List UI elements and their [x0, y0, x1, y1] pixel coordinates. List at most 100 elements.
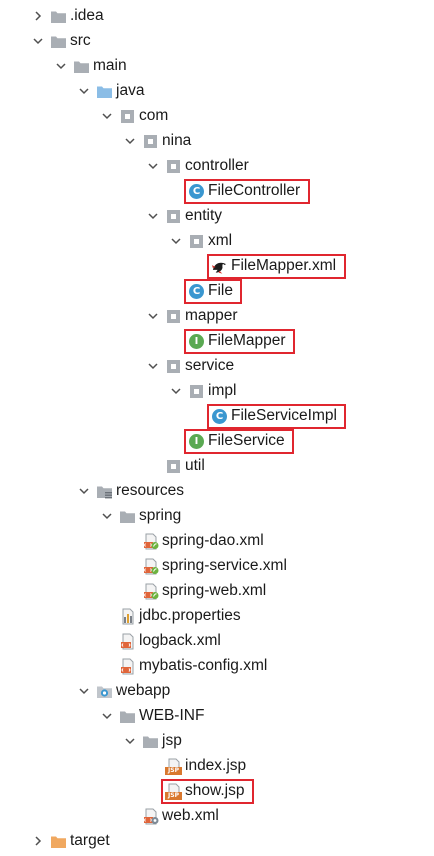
tree-item[interactable]: src [0, 29, 434, 54]
excluded-folder-icon [50, 833, 67, 850]
tree-item[interactable]: C File [0, 279, 434, 304]
web-xml-icon [142, 808, 159, 825]
tree-item[interactable]: util [0, 454, 434, 479]
tree-item[interactable]: controller [0, 154, 434, 179]
tree-item-label: show.jsp [185, 782, 245, 799]
package-icon [165, 208, 182, 225]
tree-item[interactable]: impl [0, 379, 434, 404]
tree-item[interactable]: jsp [0, 729, 434, 754]
project-tree: .idea src main java com nina controller C FileCo… [0, 0, 434, 856]
tree-item-label: spring-dao.xml [162, 532, 264, 549]
tree-item[interactable]: I FileService [0, 429, 434, 454]
tree-item[interactable]: entity [0, 204, 434, 229]
tree-item-label: mybatis-config.xml [139, 657, 268, 674]
tree-item[interactable]: xml [0, 229, 434, 254]
tree-item-label: .idea [70, 7, 104, 24]
xml-file-icon [119, 658, 136, 675]
chevron-down-icon[interactable] [75, 682, 93, 700]
tree-item-label: target [70, 832, 110, 849]
tree-item[interactable]: JSP index.jsp [0, 754, 434, 779]
tree-item[interactable]: FileMapper.xml [0, 254, 434, 279]
tree-item-label: index.jsp [185, 757, 247, 774]
tree-item-label: web.xml [162, 807, 219, 824]
tree-item-label: src [70, 32, 91, 49]
folder-icon [50, 33, 67, 50]
tree-item-label: com [139, 107, 169, 124]
tree-item[interactable]: java [0, 79, 434, 104]
tree-item-label: java [116, 82, 145, 99]
tree-item-label: webapp [116, 682, 171, 699]
folder-icon [50, 8, 67, 25]
tree-item-label: service [185, 357, 235, 374]
spring-xml-icon [142, 558, 159, 575]
chevron-down-icon[interactable] [121, 732, 139, 750]
package-icon [165, 158, 182, 175]
tree-item[interactable]: jdbc.properties [0, 604, 434, 629]
tree-item[interactable]: target [0, 829, 434, 854]
chevron-down-icon[interactable] [98, 507, 116, 525]
tree-item-label: jdbc.properties [139, 607, 241, 624]
chevron-down-icon[interactable] [75, 482, 93, 500]
chevron-right-icon[interactable] [29, 7, 47, 25]
tree-item[interactable]: spring-dao.xml [0, 529, 434, 554]
tree-item[interactable]: mapper [0, 304, 434, 329]
tree-item-label: util [185, 457, 205, 474]
spring-xml-icon [142, 583, 159, 600]
chevron-down-icon[interactable] [52, 57, 70, 75]
tree-item[interactable]: web.xml [0, 804, 434, 829]
java-interface-icon: I [188, 333, 205, 350]
tree-item[interactable]: JSP show.jsp [0, 779, 434, 804]
source-folder-icon [96, 83, 113, 100]
tree-item[interactable]: I FileMapper [0, 329, 434, 354]
chevron-right-icon[interactable] [29, 832, 47, 850]
tree-item-label: spring-web.xml [162, 582, 267, 599]
chevron-down-icon[interactable] [167, 382, 185, 400]
tree-item[interactable]: .idea [0, 4, 434, 29]
chevron-down-icon[interactable] [144, 307, 162, 325]
chevron-down-icon[interactable] [144, 357, 162, 375]
tree-item[interactable]: mybatis-config.xml [0, 654, 434, 679]
tree-item[interactable]: spring-web.xml [0, 579, 434, 604]
spring-xml-icon [142, 533, 159, 550]
chevron-down-icon[interactable] [29, 32, 47, 50]
tree-item[interactable]: com [0, 104, 434, 129]
tree-item-label: FileMapper.xml [231, 257, 337, 274]
tree-item-label: FileController [208, 182, 301, 199]
tree-item[interactable]: spring-service.xml [0, 554, 434, 579]
chevron-down-icon[interactable] [75, 82, 93, 100]
tree-item-label: spring [139, 507, 182, 524]
tree-item[interactable]: webapp [0, 679, 434, 704]
chevron-down-icon[interactable] [167, 232, 185, 250]
chevron-down-icon[interactable] [98, 707, 116, 725]
tree-item-label: jsp [162, 732, 182, 749]
package-icon [165, 308, 182, 325]
tree-item[interactable]: service [0, 354, 434, 379]
tree-item-label: logback.xml [139, 632, 221, 649]
tree-item-label: FileServiceImpl [231, 407, 337, 424]
tree-item[interactable]: logback.xml [0, 629, 434, 654]
tree-item-label: main [93, 57, 127, 74]
chevron-down-icon[interactable] [144, 157, 162, 175]
package-icon [142, 133, 159, 150]
resources-folder-icon [96, 483, 113, 500]
tree-item[interactable]: C FileController [0, 179, 434, 204]
tree-item[interactable]: WEB-INF [0, 704, 434, 729]
package-icon [119, 108, 136, 125]
package-icon [188, 383, 205, 400]
tree-item[interactable]: nina [0, 129, 434, 154]
chevron-down-icon[interactable] [98, 107, 116, 125]
tree-item-label: impl [208, 382, 237, 399]
tree-item-label: resources [116, 482, 185, 499]
jsp-file-icon: JSP [165, 783, 182, 800]
tree-item[interactable]: resources [0, 479, 434, 504]
java-class-icon: C [188, 183, 205, 200]
tree-item-label: FileService [208, 432, 285, 449]
tree-item[interactable]: C FileServiceImpl [0, 404, 434, 429]
tree-item[interactable]: main [0, 54, 434, 79]
chevron-down-icon[interactable] [144, 207, 162, 225]
tree-item[interactable]: spring [0, 504, 434, 529]
chevron-down-icon[interactable] [121, 132, 139, 150]
tree-item-label: File [208, 282, 233, 299]
java-class-icon: C [188, 283, 205, 300]
tree-item-label: WEB-INF [139, 707, 205, 724]
